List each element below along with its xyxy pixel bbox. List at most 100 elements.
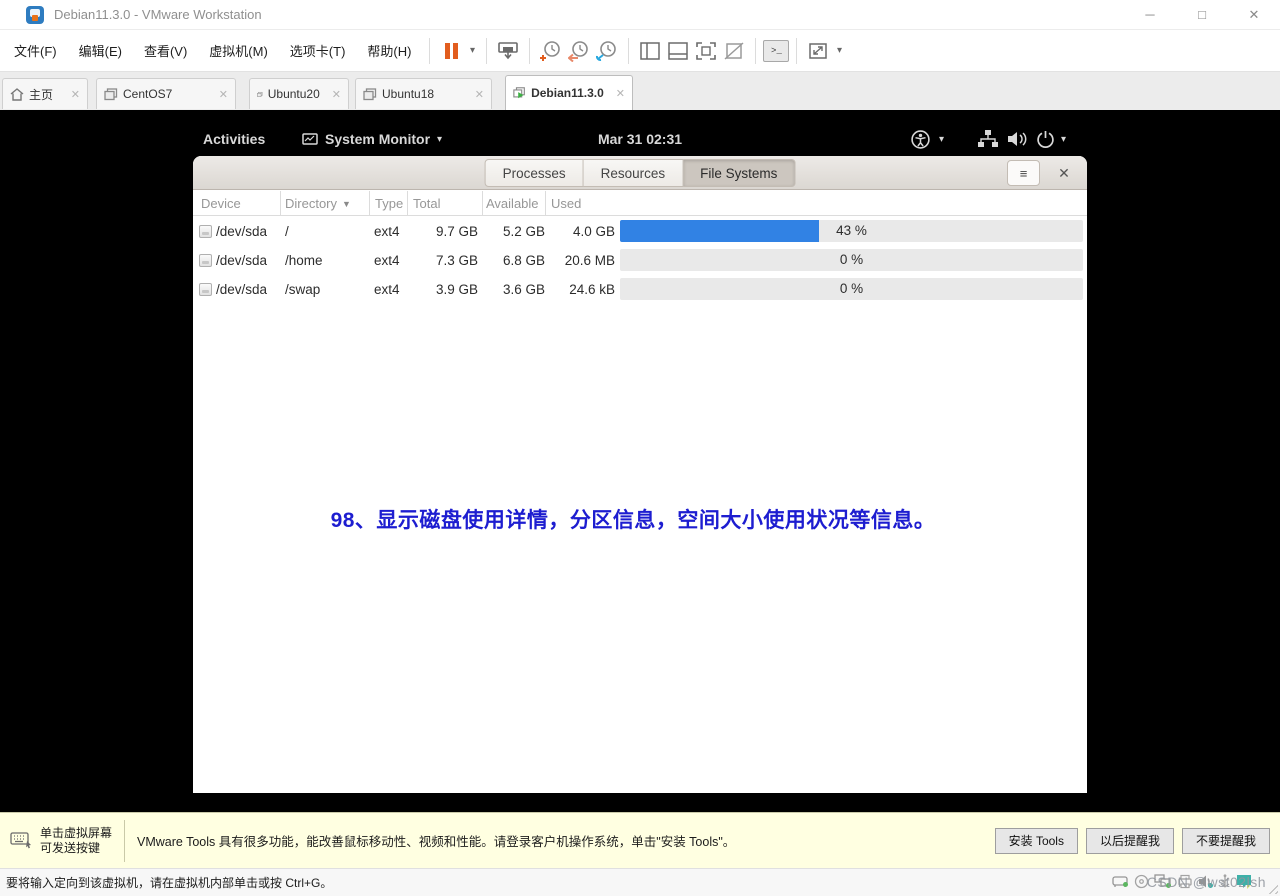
filesystem-row[interactable]: /dev/sda / ext4 9.7 GB 5.2 GB 4.0 GB 43 … — [193, 217, 1087, 246]
status-bar: 要将输入定向到该虚拟机，请在虚拟机内部单击或按 Ctrl+G。 CSDN @ws… — [0, 868, 1280, 896]
stretch-guest-icon[interactable] — [804, 37, 832, 65]
clock[interactable]: Mar 31 02:31 — [598, 124, 682, 154]
resize-grip[interactable] — [1265, 881, 1278, 894]
usage-percent: 43 % — [836, 223, 867, 238]
system-menu[interactable]: ▾ — [977, 124, 1066, 154]
vmware-logo-icon — [26, 5, 44, 24]
power-options-caret-icon[interactable]: ▾ — [465, 45, 479, 56]
drive-icon — [199, 254, 212, 267]
menu-view[interactable]: 查看(V) — [133, 41, 198, 60]
tab-home[interactable]: 主页 ✕ — [2, 78, 88, 109]
tab-close-icon[interactable]: ✕ — [71, 88, 80, 101]
filesystem-row[interactable]: /dev/sda /home ext4 7.3 GB 6.8 GB 20.6 M… — [193, 246, 1087, 275]
revert-snapshot-icon[interactable] — [565, 37, 593, 65]
hdd-status-icon[interactable] — [1112, 874, 1129, 889]
drive-icon — [199, 225, 212, 238]
tab-ubuntu20[interactable]: Ubuntu20 ✕ — [249, 78, 349, 109]
manage-snapshots-icon[interactable] — [593, 37, 621, 65]
menu-vm[interactable]: 虚拟机(M) — [198, 41, 279, 60]
send-ctrl-alt-del-icon[interactable] — [494, 37, 522, 65]
install-tools-button[interactable]: 安装 Tools — [994, 827, 1078, 854]
vm-console-icon — [363, 87, 377, 100]
activities-button[interactable]: Activities — [203, 124, 265, 154]
vmware-tools-message: VMware Tools 具有很多功能，能改善鼠标移动性、视频和性能。请登录客户… — [137, 835, 736, 849]
cell-directory: / — [285, 224, 289, 239]
window-close-icon[interactable]: ✕ — [1053, 160, 1075, 186]
vm-running-icon — [513, 87, 525, 99]
tab-resources[interactable]: Resources — [583, 159, 684, 187]
tab-centos7[interactable]: CentOS7 ✕ — [96, 78, 236, 109]
cell-used: 20.6 MB — [564, 253, 615, 268]
unity-mode-icon[interactable] — [720, 37, 748, 65]
title-bar: Debian11.3.0 - VMware Workstation ─ □ ✕ — [0, 0, 1280, 30]
cell-type: ext4 — [374, 253, 400, 268]
volume-icon — [1008, 132, 1027, 146]
accessibility-caret-icon: ▾ — [939, 133, 945, 145]
tab-close-icon[interactable]: ✕ — [475, 88, 484, 101]
maximize-button[interactable]: □ — [1176, 0, 1228, 30]
remind-later-button[interactable]: 以后提醒我 — [1085, 827, 1174, 854]
toolbar-separator — [628, 37, 630, 64]
tab-debian[interactable]: Debian11.3.0 ✕ — [505, 75, 633, 110]
toolbar-separator — [529, 37, 531, 64]
minimize-button[interactable]: ─ — [1124, 0, 1176, 30]
window-title: Debian11.3.0 - VMware Workstation — [54, 7, 262, 22]
tab-ubuntu18[interactable]: Ubuntu18 ✕ — [355, 78, 492, 109]
cell-device: /dev/sda — [216, 282, 268, 297]
menu-edit[interactable]: 编辑(E) — [68, 41, 133, 60]
column-device[interactable]: Device — [201, 191, 241, 216]
show-console-panel-icon[interactable] — [664, 37, 692, 65]
filesystem-row[interactable]: /dev/sda /swap ext4 3.9 GB 3.6 GB 24.6 k… — [193, 275, 1087, 304]
column-total[interactable]: Total — [413, 191, 440, 216]
cell-total: 3.9 GB — [435, 282, 478, 297]
show-library-panel-icon[interactable] — [636, 37, 664, 65]
cell-directory: /home — [285, 253, 323, 268]
cell-used: 24.6 kB — [569, 282, 615, 297]
annotation-text: 98、显示磁盘使用详情，分区信息，空间大小使用状况等信息。 — [330, 509, 936, 532]
drive-icon — [199, 283, 212, 296]
accessibility-menu[interactable]: ▾ — [911, 124, 944, 154]
vm-tab-bar: 主页 ✕ CentOS7 ✕ Ubuntu20 ✕ Ubuntu18 ✕ Deb… — [0, 72, 1280, 110]
tab-file-systems[interactable]: File Systems — [683, 159, 796, 187]
hamburger-menu-button[interactable]: ≡ — [1007, 160, 1040, 186]
column-available[interactable]: Available — [486, 191, 543, 216]
app-indicator-label: System Monitor — [325, 131, 431, 147]
toolbar-separator — [429, 37, 431, 64]
column-directory[interactable]: Directory ▼ — [285, 191, 351, 216]
tab-close-icon[interactable]: ✕ — [219, 88, 228, 101]
column-type[interactable]: Type — [375, 191, 403, 216]
console-view-toggle-button[interactable]: >_ — [763, 39, 790, 62]
stretch-options-caret-icon[interactable]: ▾ — [832, 45, 846, 56]
menu-tabs[interactable]: 选项卡(T) — [279, 41, 357, 60]
home-icon — [10, 87, 24, 101]
app-menu-caret-icon: ▾ — [437, 133, 443, 145]
divider — [124, 819, 126, 862]
tab-label: Debian11.3.0 — [531, 86, 604, 100]
tab-processes[interactable]: Processes — [484, 159, 584, 187]
toolbar-separator — [796, 37, 798, 64]
tab-close-icon[interactable]: ✕ — [332, 88, 341, 101]
status-message: 要将输入定向到该虚拟机，请在虚拟机内部单击或按 Ctrl+G。 — [6, 876, 333, 890]
column-used[interactable]: Used — [551, 191, 581, 216]
menu-file[interactable]: 文件(F) — [3, 41, 68, 60]
system-menu-caret-icon: ▾ — [1061, 133, 1067, 145]
usage-percent: 0 % — [839, 252, 864, 267]
menu-help[interactable]: 帮助(H) — [356, 41, 422, 60]
send-keys-hint: 单击虚拟屏幕 可发送按键 — [40, 825, 113, 855]
close-button[interactable]: ✕ — [1228, 0, 1280, 30]
take-snapshot-icon[interactable] — [537, 37, 565, 65]
tab-label: Ubuntu20 — [267, 87, 320, 101]
suspend-vm-icon[interactable] — [437, 37, 465, 65]
usage-percent: 0 % — [839, 281, 864, 296]
view-switcher: Processes Resources File Systems — [484, 159, 796, 187]
vm-console-icon — [104, 87, 118, 100]
keyboard-hint-icon — [10, 832, 32, 849]
vm-console-icon — [257, 91, 263, 97]
toolbar-separator — [755, 37, 757, 64]
fullscreen-icon[interactable] — [692, 37, 720, 65]
app-indicator[interactable]: System Monitor ▾ — [302, 124, 442, 154]
never-remind-button[interactable]: 不要提醒我 — [1181, 827, 1270, 854]
tab-close-icon[interactable]: ✕ — [616, 87, 625, 100]
filesystem-table-header: Device Directory ▼ Type Total Available … — [193, 191, 1087, 216]
cell-device: /dev/sda — [216, 253, 268, 268]
